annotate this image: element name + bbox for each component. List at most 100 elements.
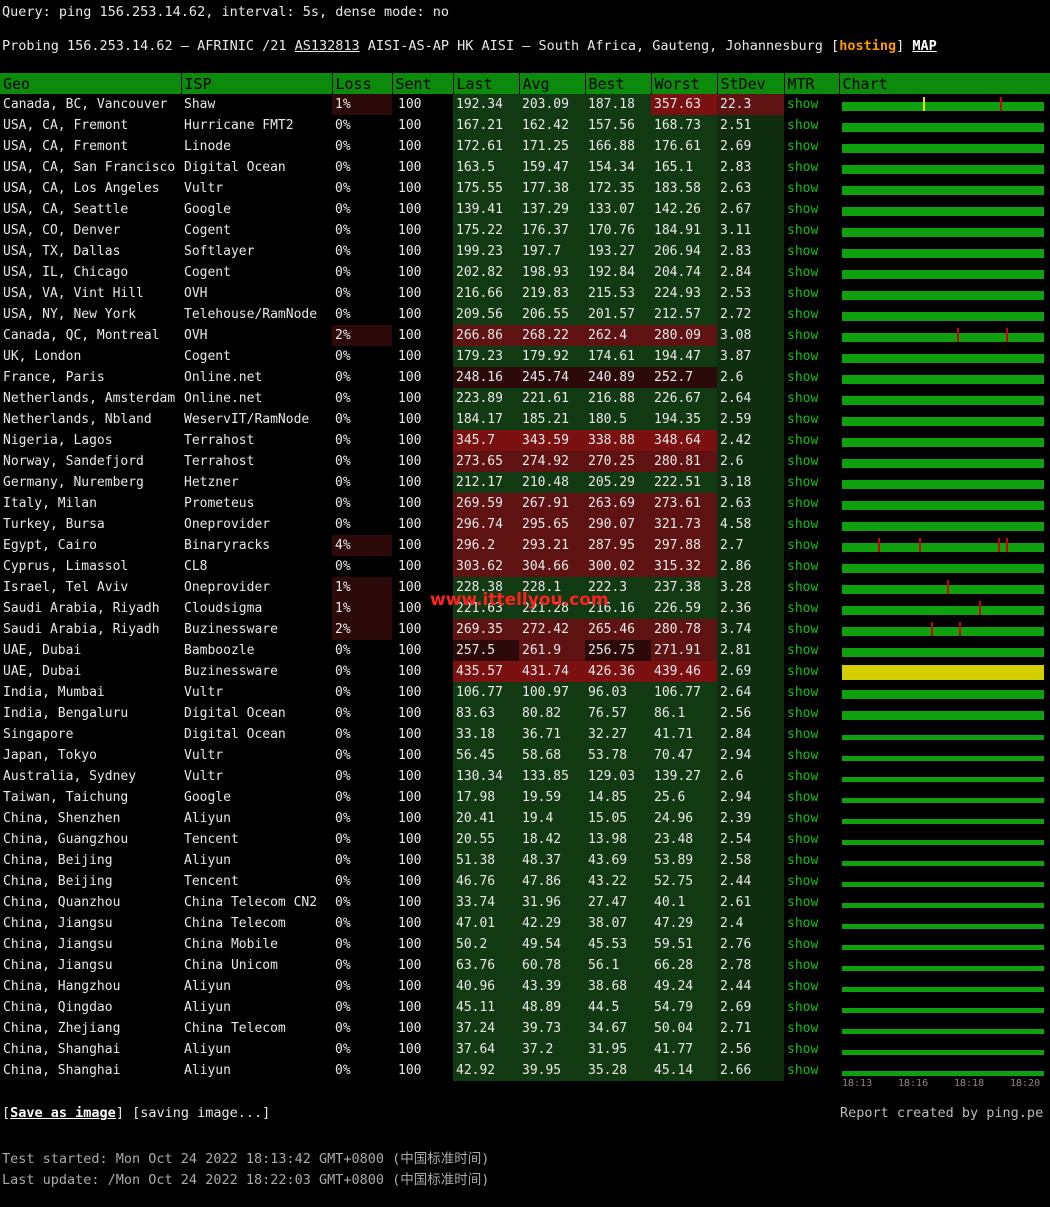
cell-chart bbox=[839, 178, 1050, 199]
cell-mtr[interactable]: show bbox=[784, 157, 839, 178]
cell-geo: Singapore bbox=[3, 727, 74, 742]
cell-mtr[interactable]: show bbox=[784, 661, 839, 682]
header-last[interactable]: Last bbox=[453, 73, 520, 94]
cell-loss: 0% bbox=[335, 916, 351, 931]
cell-avg: 185.21 bbox=[519, 409, 585, 430]
cell-isp: Online.net bbox=[184, 391, 263, 406]
header-avg[interactable]: Avg bbox=[519, 73, 586, 94]
cell-mtr[interactable]: show bbox=[784, 766, 839, 787]
cell-geo: Norway, Sandefjord bbox=[3, 454, 144, 469]
cell-mtr[interactable]: show bbox=[784, 829, 839, 850]
cell-mtr[interactable]: show bbox=[784, 535, 839, 556]
cell-mtr[interactable]: show bbox=[784, 325, 839, 346]
cell-mtr[interactable]: show bbox=[784, 367, 839, 388]
cell-mtr[interactable]: show bbox=[784, 745, 839, 766]
cell-mtr[interactable]: show bbox=[784, 577, 839, 598]
header-worst[interactable]: Worst bbox=[651, 73, 718, 94]
cell-geo: UK, London bbox=[3, 349, 82, 364]
cell-mtr[interactable]: show bbox=[784, 808, 839, 829]
cell-mtr[interactable]: show bbox=[784, 703, 839, 724]
hosting-badge: hosting bbox=[839, 38, 897, 54]
cell-mtr[interactable]: show bbox=[784, 451, 839, 472]
cell-loss: 0% bbox=[335, 265, 351, 280]
cell-sent: 100 bbox=[398, 853, 422, 868]
cell-best: 201.57 bbox=[585, 304, 651, 325]
cell-mtr[interactable]: show bbox=[784, 430, 839, 451]
header-chart[interactable]: Chart bbox=[839, 73, 1050, 94]
cell-mtr[interactable]: show bbox=[784, 409, 839, 430]
cell-last: 179.23 bbox=[453, 346, 519, 367]
header-geo[interactable]: Geo bbox=[0, 73, 182, 94]
map-link[interactable]: MAP bbox=[912, 38, 936, 54]
asn-link[interactable]: AS132813 bbox=[295, 38, 360, 54]
header-mtr[interactable]: MTR bbox=[784, 73, 840, 94]
cell-stdev: 2.54 bbox=[717, 829, 784, 850]
cell-mtr[interactable]: show bbox=[784, 913, 839, 934]
cell-worst: 280.81 bbox=[651, 451, 717, 472]
cell-stdev: 2.84 bbox=[717, 262, 784, 283]
header-loss[interactable]: Loss bbox=[332, 73, 393, 94]
header-sent[interactable]: Sent bbox=[392, 73, 454, 94]
cell-worst: 53.89 bbox=[651, 850, 717, 871]
cell-best: 53.78 bbox=[585, 745, 651, 766]
cell-mtr[interactable]: show bbox=[784, 934, 839, 955]
cell-mtr[interactable]: show bbox=[784, 619, 839, 640]
cell-sent: 100 bbox=[398, 832, 422, 847]
packet-loss-spike bbox=[997, 538, 1000, 552]
cell-mtr[interactable]: show bbox=[784, 997, 839, 1018]
cell-avg: 137.29 bbox=[519, 199, 585, 220]
cell-mtr[interactable]: show bbox=[784, 178, 839, 199]
cell-mtr[interactable]: show bbox=[784, 241, 839, 262]
header-stdev[interactable]: StDev bbox=[717, 73, 785, 94]
cell-mtr[interactable]: show bbox=[784, 850, 839, 871]
cell-worst: 139.27 bbox=[651, 766, 717, 787]
cell-mtr[interactable]: show bbox=[784, 871, 839, 892]
latency-sparkline bbox=[842, 270, 1044, 279]
cell-chart bbox=[839, 325, 1050, 346]
cell-mtr[interactable]: show bbox=[784, 199, 839, 220]
probe-line: Probing 156.253.14.62 — AFRINIC /21 AS13… bbox=[2, 38, 937, 54]
cell-mtr[interactable]: show bbox=[784, 136, 839, 157]
cell-mtr[interactable]: show bbox=[784, 220, 839, 241]
cell-last: 47.01 bbox=[453, 913, 519, 934]
cell-mtr[interactable]: show bbox=[784, 955, 839, 976]
cell-best: 240.89 bbox=[585, 367, 651, 388]
cell-mtr[interactable]: show bbox=[784, 598, 839, 619]
cell-mtr[interactable]: show bbox=[784, 472, 839, 493]
cell-mtr[interactable]: show bbox=[784, 304, 839, 325]
cell-mtr[interactable]: show bbox=[784, 976, 839, 997]
cell-mtr[interactable]: show bbox=[784, 283, 839, 304]
cell-stdev: 2.69 bbox=[717, 136, 784, 157]
cell-geo: Egypt, Cairo bbox=[3, 538, 97, 553]
save-as-image-link[interactable]: Save as image bbox=[10, 1105, 116, 1121]
cell-mtr[interactable]: show bbox=[784, 892, 839, 913]
cell-mtr[interactable]: show bbox=[784, 640, 839, 661]
header-best[interactable]: Best bbox=[585, 73, 652, 94]
cell-mtr[interactable]: show bbox=[784, 115, 839, 136]
cell-mtr[interactable]: show bbox=[784, 493, 839, 514]
cell-mtr[interactable]: show bbox=[784, 1060, 839, 1081]
table-row: USA, CA, Fremont Hurricane FMT2 0% 100 167.2… bbox=[0, 115, 1050, 136]
cell-mtr[interactable]: show bbox=[784, 787, 839, 808]
cell-chart bbox=[839, 577, 1050, 598]
cell-mtr[interactable]: show bbox=[784, 1018, 839, 1039]
cell-mtr[interactable]: show bbox=[784, 388, 839, 409]
cell-mtr[interactable]: show bbox=[784, 94, 839, 115]
cell-best: 38.68 bbox=[585, 976, 651, 997]
cell-mtr[interactable]: show bbox=[784, 262, 839, 283]
cell-isp: Terrahost bbox=[184, 454, 255, 469]
table-row: Saudi Arabia, Riyadh Buzinessware 2% 100 269… bbox=[0, 619, 1050, 640]
cell-mtr[interactable]: show bbox=[784, 346, 839, 367]
report-credit: Report created by ping.pe bbox=[840, 1105, 1044, 1121]
packet-loss-spike bbox=[999, 97, 1002, 111]
cell-mtr[interactable]: show bbox=[784, 514, 839, 535]
saving-status: ] [saving image...] bbox=[115, 1105, 271, 1121]
packet-loss-spike bbox=[930, 622, 933, 636]
cell-mtr[interactable]: show bbox=[784, 682, 839, 703]
cell-mtr[interactable]: show bbox=[784, 724, 839, 745]
cell-mtr[interactable]: show bbox=[784, 556, 839, 577]
header-isp[interactable]: ISP bbox=[181, 73, 333, 94]
cell-last: 303.62 bbox=[453, 556, 519, 577]
cell-last: 17.98 bbox=[453, 787, 519, 808]
cell-mtr[interactable]: show bbox=[784, 1039, 839, 1060]
